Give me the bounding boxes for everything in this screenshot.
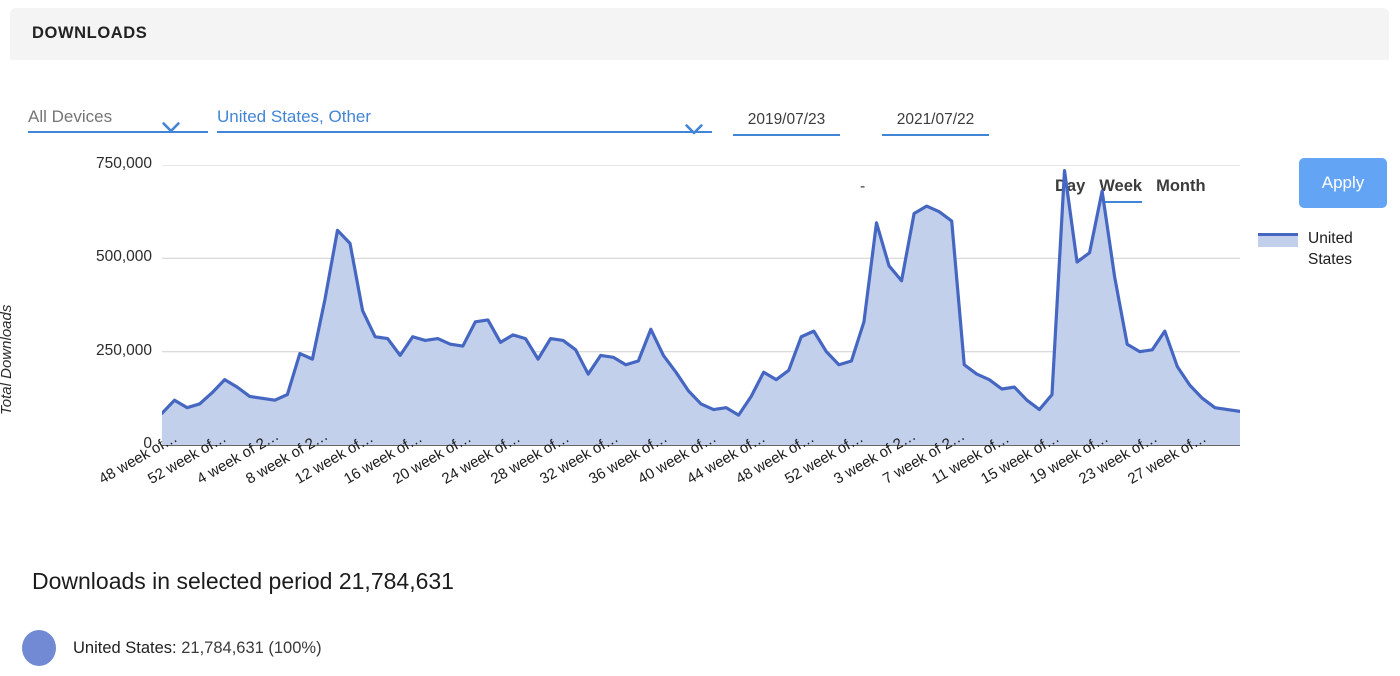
country-filter-dropdown[interactable]: United States, Other (217, 108, 712, 133)
device-filter-dropdown[interactable]: All Devices (28, 108, 208, 133)
chart-plot-area (162, 165, 1240, 446)
downloads-page: DOWNLOADS All Devices United States, Oth… (0, 0, 1400, 676)
date-from-input[interactable]: 2019/07/23 (733, 112, 840, 136)
date-to-value: 2021/07/22 (896, 111, 975, 128)
legend-label-united-states: United States (1308, 230, 1353, 268)
chevron-down-icon[interactable] (685, 124, 703, 135)
filters-toolbar: All Devices United States, Other 2019/07… (10, 60, 1389, 208)
y-axis-tick-label: 500,000 (95, 248, 152, 266)
summary-title: Downloads in selected period 21,784,631 (32, 568, 454, 594)
panel-header: DOWNLOADS (10, 8, 1389, 60)
device-filter-value: All Devices (28, 107, 113, 126)
summary-legend-text: United States: 21,784,631 (100%) (73, 639, 322, 658)
y-axis-tick-label: 750,000 (95, 155, 152, 172)
country-filter-value: United States, Other (217, 107, 372, 126)
summary-color-dot (22, 630, 56, 666)
page-title: DOWNLOADS (32, 24, 148, 42)
downloads-card: DOWNLOADS All Devices United States, Oth… (0, 8, 1389, 668)
y-axis-tick-labels: 0 250,000 500,000 750,000 (40, 155, 152, 555)
date-to-input[interactable]: 2021/07/22 (882, 112, 989, 136)
summary-legend-row: United States: 21,784,631 (100%) (22, 630, 322, 666)
summary-series-name: United States: (73, 638, 177, 657)
chart-legend: United States (1258, 229, 1370, 271)
x-axis-tick-labels: 48 week of… 52 week of… 4 week of 2… 8 week… (96, 427, 1240, 553)
date-from-value: 2019/07/23 (747, 111, 826, 128)
legend-swatch-united-states (1258, 233, 1298, 247)
chevron-down-icon[interactable] (162, 122, 180, 133)
downloads-chart: Total Downloads 0 250,000 500,000 750,000 4… (0, 155, 1389, 555)
y-axis-title: Total Downloads (0, 304, 15, 415)
y-axis-tick-label: 250,000 (95, 341, 152, 359)
summary-series-value: 21,784,631 (100%) (176, 638, 322, 657)
